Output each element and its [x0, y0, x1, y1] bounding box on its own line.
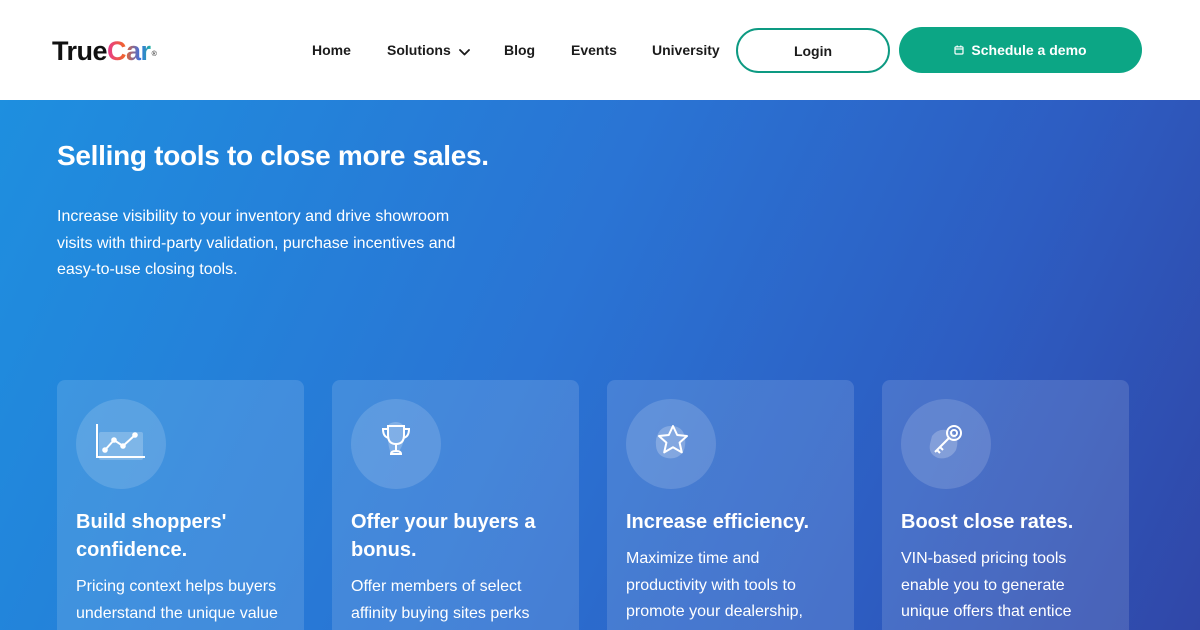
key-icon: [924, 420, 968, 469]
card-title: Build shoppers' confidence.: [76, 511, 227, 561]
card-icon-circle: [626, 399, 716, 489]
login-button[interactable]: Login: [736, 28, 890, 73]
hero-title: Selling tools to close more sales.: [57, 140, 489, 171]
trophy-icon: [374, 420, 418, 469]
card-title: Increase efficiency.: [626, 511, 810, 533]
chevron-down-icon: [458, 42, 470, 60]
card-text: VIN-based pricing tools enable you to ge…: [901, 550, 1072, 620]
card-text: Offer members of select affinity buying …: [351, 578, 530, 622]
nav-solutions-label: Solutions: [387, 42, 451, 58]
feature-card-efficiency: Increase efficiency. Maximize time and p…: [607, 380, 854, 630]
star-icon: [649, 420, 693, 469]
site-header: True Car ® Home Solutions Blog Events Univ…: [0, 0, 1200, 100]
nav-home[interactable]: Home: [312, 41, 351, 59]
card-text: Pricing context helps buyers understand …: [76, 578, 278, 622]
feature-card-bonus: Offer your buyers a bonus. Offer members…: [332, 380, 579, 630]
schedule-demo-label: Schedule a demo: [971, 42, 1087, 58]
hero-section: Selling tools to close more sales. Incre…: [0, 100, 1200, 630]
chart-icon: [95, 422, 147, 467]
card-icon-circle: [901, 399, 991, 489]
calendar-icon: [954, 42, 965, 58]
card-icon-circle: [351, 399, 441, 489]
card-text: Maximize time and productivity with tool…: [626, 550, 803, 620]
hero-description: Increase visibility to your inventory an…: [57, 208, 456, 278]
card-title: Boost close rates.: [901, 511, 1074, 533]
nav-blog[interactable]: Blog: [504, 41, 535, 59]
card-icon-circle: [76, 399, 166, 489]
nav-university[interactable]: University: [652, 41, 720, 59]
feature-card-close-rates: Boost close rates. VIN-based pricing too…: [882, 380, 1129, 630]
nav-solutions[interactable]: Solutions: [387, 41, 470, 60]
card-title: Offer your buyers a bonus.: [351, 511, 536, 561]
schedule-demo-button[interactable]: Schedule a demo: [899, 27, 1142, 73]
feature-card-confidence: Build shoppers' confidence. Pricing cont…: [57, 380, 304, 630]
nav-events[interactable]: Events: [571, 41, 617, 59]
